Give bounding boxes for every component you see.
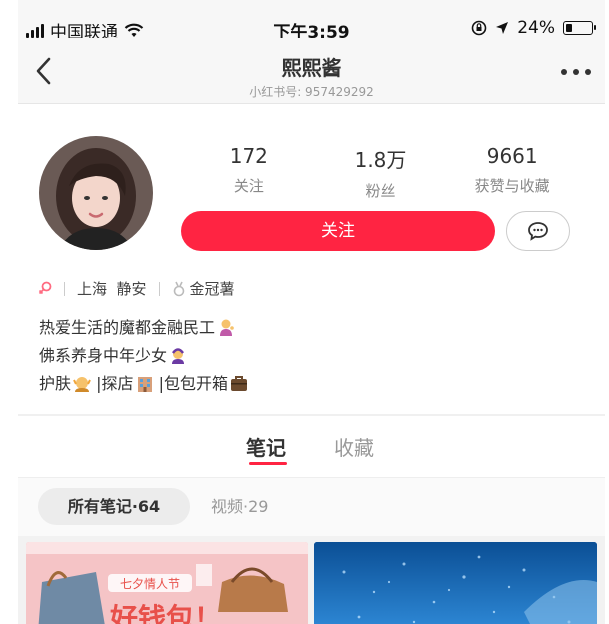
divider — [64, 281, 65, 296]
message-button[interactable] — [506, 211, 570, 251]
orientation-lock-icon — [471, 20, 487, 36]
level-badge: 金冠薯 — [189, 280, 235, 298]
stat-value: 9661 — [486, 144, 538, 168]
note-cover-image — [314, 542, 597, 624]
medal-icon — [173, 281, 184, 296]
follow-button[interactable]: 关注 — [181, 211, 495, 251]
bio: 热爱生活的魔都金融民工 佛系养身中年少女 护肤 |探店 |包包开箱 — [39, 314, 248, 398]
person-tipping-hand-emoji-icon — [220, 319, 234, 336]
stat-label: 关注 — [233, 177, 264, 195]
person-hands-on-head-emoji-icon — [171, 348, 185, 364]
content-tabs: 笔记 收藏 — [18, 416, 605, 478]
bio-line: 佛系养身中年少女 — [39, 342, 248, 370]
bio-line: 热爱生活的魔都金融民工 — [39, 314, 248, 342]
stat-value: 172 — [229, 144, 268, 168]
bio-text: |包包开箱 — [158, 374, 229, 393]
filter-videos[interactable]: 视频·29 — [211, 488, 268, 525]
note-cover-image: 七夕情人节 好钱包！ — [26, 542, 308, 624]
more-icon[interactable] — [561, 60, 591, 84]
face-massage-emoji-icon — [73, 377, 91, 392]
bio-text: |探店 — [96, 374, 134, 393]
bio-text: 热爱生活的魔都金融民工 — [39, 318, 216, 337]
tab-notes[interactable]: 笔记 — [246, 432, 286, 461]
stat-value: 1.8万 — [354, 148, 407, 172]
battery-percent: 24% — [517, 18, 555, 38]
app-screen: 中国联通 下午3:59 24% 熙熙酱 小红书号: 957429292 172 … — [18, 0, 605, 624]
bio-text: 佛系养身中年少女 — [39, 346, 168, 365]
user-id: 小红书号: 957429292 — [249, 85, 374, 99]
filter-all-notes[interactable]: 所有笔记·64 — [38, 488, 190, 525]
note-card[interactable]: 七夕情人节 好钱包！ — [26, 542, 308, 624]
location-icon — [496, 22, 509, 34]
nav-bar: 熙熙酱 小红书号: 957429292 — [18, 38, 605, 104]
divider — [158, 281, 160, 296]
stat-followers[interactable]: 1.8万 粉丝 — [315, 144, 447, 201]
tab-collections[interactable]: 收藏 — [334, 432, 374, 461]
page-title: 熙熙酱 — [281, 56, 342, 80]
battery-fill — [566, 24, 572, 32]
notes-grid: 七夕情人节 好钱包！ — [18, 536, 605, 624]
bio-text: 护肤 — [39, 374, 72, 393]
hotel-emoji-icon — [137, 377, 152, 392]
note-filter-bar: 所有笔记·64 视频·29 — [18, 478, 605, 536]
stat-label: 获赞与收藏 — [474, 177, 550, 195]
note-tag-text: 七夕情人节 — [120, 577, 180, 591]
bio-line: 护肤 |探店 |包包开箱 — [39, 370, 248, 398]
profile-stats: 172 关注 1.8万 粉丝 9661 获赞与收藏 — [183, 144, 578, 201]
briefcase-emoji-icon — [231, 376, 248, 391]
gender-female-icon — [38, 281, 52, 294]
stat-label: 粉丝 — [365, 182, 396, 200]
active-tab-indicator — [249, 462, 287, 465]
location-text: 上海 静安 — [77, 280, 147, 298]
battery-icon — [563, 21, 596, 35]
chat-icon — [528, 222, 548, 241]
avatar[interactable] — [39, 136, 153, 250]
note-card[interactable] — [314, 542, 597, 624]
stat-likes[interactable]: 9661 获赞与收藏 — [446, 144, 578, 201]
stat-following[interactable]: 172 关注 — [183, 144, 315, 201]
note-headline-text: 好钱包！ — [109, 602, 222, 624]
status-right: 24% — [471, 18, 596, 38]
profile-info-row: 上海 静安 金冠薯 — [38, 278, 235, 299]
